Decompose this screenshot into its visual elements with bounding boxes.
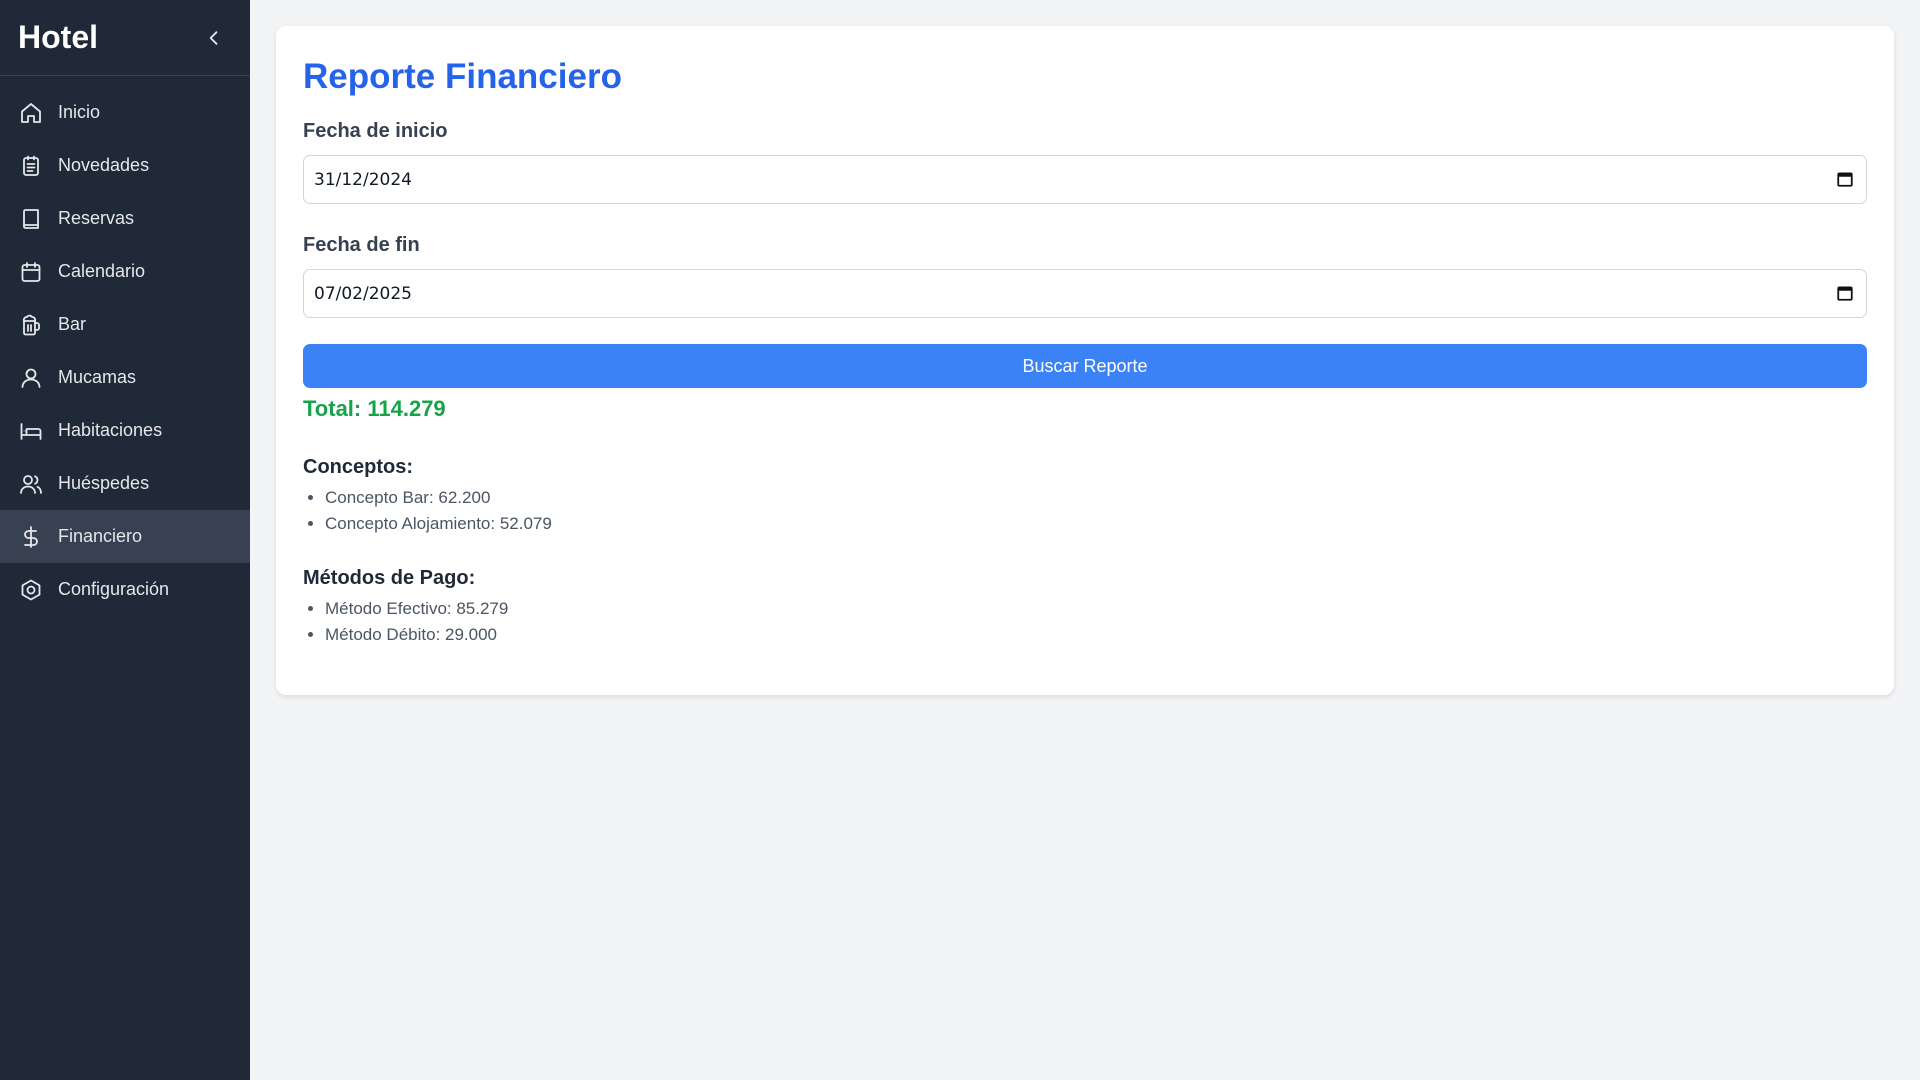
sidebar-item-mucamas[interactable]: Mucamas (0, 351, 250, 404)
list-item: Método Débito: 29.000 (325, 622, 1867, 648)
concepts-section: Conceptos: Concepto Bar: 62.200 Concepto… (303, 456, 1867, 537)
sidebar-item-label: Reservas (58, 208, 135, 228)
dollar-icon (18, 524, 44, 550)
list-item: Concepto Alojamiento: 52.079 (325, 511, 1867, 537)
sidebar-item-label: Financiero (58, 526, 143, 546)
sidebar-item-label: Novedades (58, 155, 150, 175)
sidebar: Hotel Inicio Novedades Reservas Calendar… (0, 0, 250, 1080)
book-icon (18, 206, 44, 232)
user-icon (18, 365, 44, 391)
sidebar-item-financiero[interactable]: Financiero (0, 510, 250, 563)
home-icon (18, 100, 44, 126)
end-date-label: Fecha de fin (303, 234, 420, 256)
sidebar-nav: Inicio Novedades Reservas Calendario Bar (0, 76, 250, 616)
list-item: Método Efectivo: 85.279 (325, 596, 1867, 622)
users-icon (18, 471, 44, 497)
beer-icon (18, 312, 44, 338)
collapse-sidebar-button[interactable] (202, 26, 226, 50)
sidebar-item-label: Calendario (58, 261, 146, 281)
settings-icon (18, 577, 44, 603)
start-date-value: 31/12/2024 (314, 169, 412, 190)
end-date-value: 07/02/2025 (314, 283, 412, 304)
search-report-button[interactable]: Buscar Reporte (303, 344, 1867, 388)
end-date-input[interactable]: 07/02/2025 (303, 269, 1867, 318)
bed-icon (18, 418, 44, 444)
sidebar-item-habitaciones[interactable]: Habitaciones (0, 404, 250, 457)
sidebar-item-calendario[interactable]: Calendario (0, 245, 250, 298)
sidebar-item-label: Inicio (58, 102, 101, 122)
clipboard-icon (18, 153, 44, 179)
payment-methods-title: Métodos de Pago: (303, 567, 476, 589)
calendar-icon (18, 259, 44, 285)
sidebar-item-label: Bar (58, 314, 87, 334)
sidebar-item-novedades[interactable]: Novedades (0, 139, 250, 192)
sidebar-header: Hotel (0, 0, 250, 76)
payment-methods-list: Método Efectivo: 85.279 Método Débito: 2… (303, 596, 1867, 648)
chevron-left-icon (209, 30, 218, 45)
sidebar-item-huespedes[interactable]: Huéspedes (0, 457, 250, 510)
sidebar-item-label: Habitaciones (58, 420, 163, 440)
sidebar-item-configuracion[interactable]: Configuración (0, 563, 250, 616)
sidebar-item-label: Configuración (58, 579, 170, 599)
sidebar-item-label: Mucamas (58, 367, 137, 387)
sidebar-item-inicio[interactable]: Inicio (0, 86, 250, 139)
concepts-title: Conceptos: (303, 456, 413, 478)
page-title: Reporte Financiero (303, 57, 622, 96)
start-date-group: Fecha de inicio 31/12/2024 (303, 120, 1867, 204)
sidebar-item-reservas[interactable]: Reservas (0, 192, 250, 245)
concepts-list: Concepto Bar: 62.200 Concepto Alojamient… (303, 485, 1867, 537)
sidebar-item-bar[interactable]: Bar (0, 298, 250, 351)
payment-methods-section: Métodos de Pago: Método Efectivo: 85.279… (303, 567, 1867, 648)
sidebar-item-label: Huéspedes (58, 473, 150, 493)
start-date-label: Fecha de inicio (303, 120, 448, 142)
brand-title: Hotel (18, 19, 98, 55)
calendar-picker-icon[interactable] (1836, 284, 1854, 302)
report-card: Reporte Financiero Fecha de inicio 31/12… (276, 26, 1894, 695)
start-date-input[interactable]: 31/12/2024 (303, 155, 1867, 204)
calendar-picker-icon[interactable] (1836, 170, 1854, 188)
report-total: Total: 114.279 (303, 396, 446, 421)
end-date-group: Fecha de fin 07/02/2025 (303, 234, 1867, 318)
list-item: Concepto Bar: 62.200 (325, 485, 1867, 511)
